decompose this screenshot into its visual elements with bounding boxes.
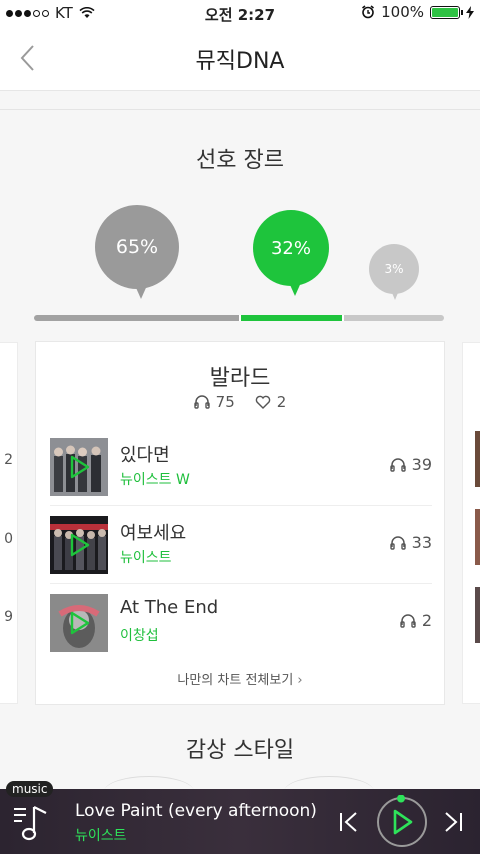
song-artist[interactable]: 뉴이스트 W <box>120 469 190 489</box>
song-play-count: 33 <box>389 533 432 552</box>
mini-player[interactable]: music Love Paint (every afternoon) 뉴이스트 <box>0 781 480 854</box>
battery-icon <box>430 5 463 19</box>
prev-genre-card[interactable]: 2 0 9 <box>0 342 18 704</box>
status-bar: KT 오전 2:27 100% <box>0 0 480 26</box>
song-row[interactable]: 있다면 뉴이스트 W 39 <box>50 427 432 506</box>
song-play-count: 39 <box>389 455 432 474</box>
song-row[interactable]: At The End 이창섭 2 <box>50 583 432 661</box>
player-song-title: Love Paint (every afternoon) <box>75 801 317 821</box>
headphone-icon <box>400 613 416 628</box>
charging-icon <box>466 5 474 19</box>
view-all-chart-link[interactable]: 나만의 차트 전체보기 › <box>36 669 444 688</box>
play-icon[interactable] <box>70 533 90 557</box>
next-icon[interactable] <box>442 811 464 833</box>
chevron-right-icon: › <box>297 673 303 688</box>
genre-name: 발라드 <box>209 366 271 391</box>
page-content: 선호 장르 65% 32% 3% 2 0 9 발라드 75 2 있다면 뉴이스트… <box>0 109 480 800</box>
song-title: At The End <box>120 597 219 618</box>
like-count: 2 <box>276 393 287 411</box>
genre-bubble-3-label: 3% <box>384 262 404 276</box>
song-count-value: 33 <box>411 533 432 552</box>
play-button[interactable] <box>375 795 429 849</box>
music-tag: music <box>6 781 54 797</box>
play-icon[interactable] <box>70 455 90 479</box>
listen-count: 75 <box>215 393 235 411</box>
navigation-bar: 뮤직DNA <box>0 26 480 91</box>
headphone-icon <box>193 395 210 409</box>
player-artist: 뉴이스트 <box>75 828 127 844</box>
genre-ratio-segment-1 <box>34 315 239 321</box>
headphone-icon <box>389 457 406 472</box>
song-artist[interactable]: 뉴이스트 <box>120 547 172 567</box>
style-section-title: 감상 스타일 <box>185 738 295 763</box>
song-row[interactable]: 여보세요 뉴이스트 33 <box>50 505 432 584</box>
play-icon[interactable] <box>70 611 90 635</box>
song-count-value: 2 <box>421 611 432 630</box>
genre-bubble-3: 3% <box>369 244 419 300</box>
genre-ratio-segment-2 <box>241 315 342 321</box>
view-all-label: 나만의 차트 전체보기 <box>177 673 294 688</box>
album-art <box>50 594 108 652</box>
song-artist[interactable]: 이창섭 <box>120 625 159 645</box>
alarm-icon <box>362 5 375 19</box>
genre-bubble-2: 32% <box>253 210 329 296</box>
page-title: 뮤직DNA <box>195 49 285 74</box>
next-genre-card[interactable] <box>462 342 480 704</box>
headphone-icon <box>389 535 406 550</box>
genre-bubble-1: 65% <box>95 205 179 299</box>
genre-stats: 75 2 <box>36 393 444 411</box>
album-art <box>50 438 108 496</box>
genre-ratio-segment-3 <box>344 315 444 321</box>
previous-icon[interactable] <box>338 811 360 833</box>
playlist-icon[interactable] <box>12 805 52 841</box>
genre-bubble-2-label: 32% <box>270 237 311 259</box>
battery-percent: 100% <box>381 3 424 21</box>
album-art <box>50 516 108 574</box>
genre-ratio-bar <box>34 315 444 321</box>
genre-bubble-1-label: 65% <box>115 236 159 258</box>
song-title: 여보세요 <box>120 523 187 544</box>
heart-icon <box>255 395 271 409</box>
genre-section-title: 선호 장르 <box>196 148 284 173</box>
genre-card[interactable]: 발라드 75 2 있다면 뉴이스트 W 39 여보세요 뉴이스트 33 At T… <box>35 341 445 705</box>
song-play-count: 2 <box>400 611 432 630</box>
song-count-value: 39 <box>411 455 432 474</box>
song-title: 있다면 <box>120 445 170 466</box>
